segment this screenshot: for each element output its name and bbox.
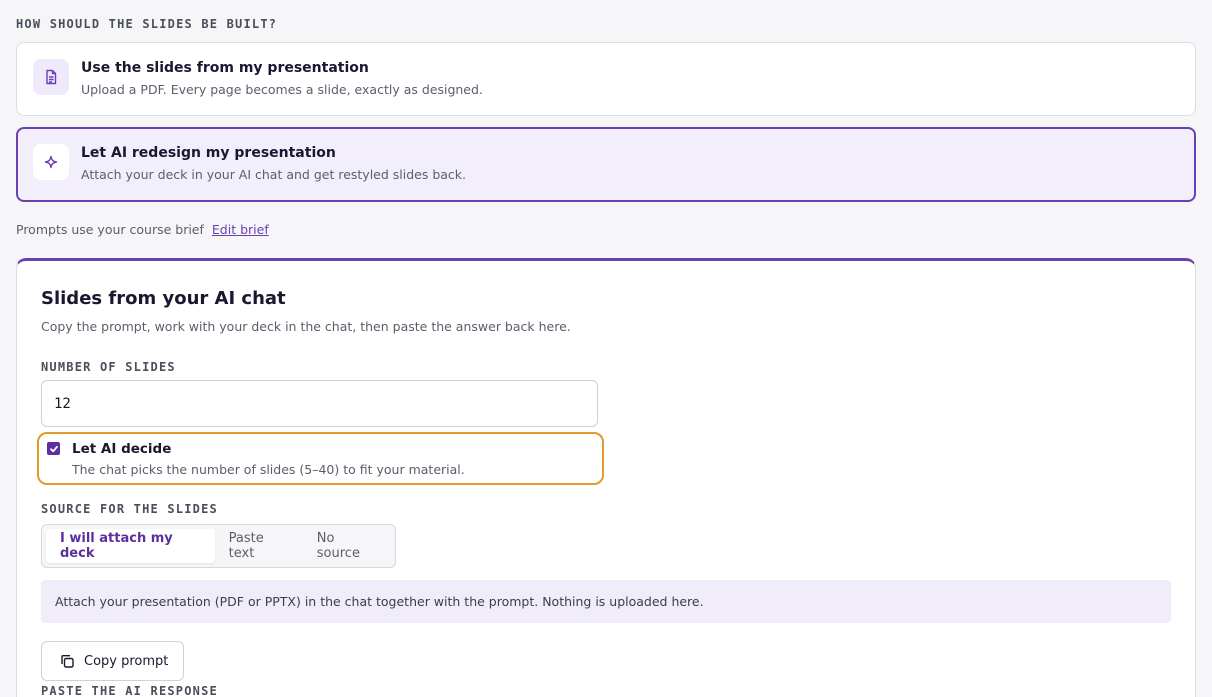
copy-prompt-button[interactable]: Copy prompt (41, 641, 184, 681)
option-title: Use the slides from my presentation (81, 60, 369, 76)
panel-subtitle: Copy the prompt, work with your deck in … (41, 319, 571, 334)
option-ai-redesign[interactable]: Let AI redesign my presentation Attach y… (16, 127, 1196, 202)
option-title: Let AI redesign my presentation (81, 145, 336, 161)
let-ai-decide-checkbox[interactable] (47, 442, 60, 455)
source-tab-paste-text[interactable]: Paste text (215, 529, 303, 563)
brief-text: Prompts use your course brief (16, 222, 204, 237)
decide-subtitle: The chat picks the number of slides (5–4… (72, 462, 465, 477)
num-slides-input[interactable] (41, 380, 598, 427)
let-ai-decide-option[interactable]: Let AI decide The chat picks the number … (37, 432, 604, 485)
source-tab-no-source[interactable]: No source (303, 529, 391, 563)
copy-prompt-label: Copy prompt (84, 653, 169, 669)
ai-chat-panel: Slides from your AI chat Copy the prompt… (16, 258, 1196, 697)
checkmark-icon (49, 445, 58, 452)
panel-title: Slides from your AI chat (41, 288, 286, 309)
paste-response-label: PASTE THE AI RESPONSE (41, 684, 218, 697)
source-selector: I will attach my deck Paste text No sour… (41, 524, 396, 568)
brief-line: Prompts use your course brief Edit brief (16, 222, 269, 237)
source-tab-attach-deck[interactable]: I will attach my deck (46, 529, 215, 563)
num-slides-label: NUMBER OF SLIDES (41, 360, 176, 374)
option-subtitle: Upload a PDF. Every page becomes a slide… (81, 82, 483, 97)
option-subtitle: Attach your deck in your AI chat and get… (81, 167, 467, 182)
sparkle-icon (33, 144, 69, 180)
source-label: SOURCE FOR THE SLIDES (41, 502, 218, 516)
decide-title: Let AI decide (72, 441, 172, 457)
option-use-slides[interactable]: Use the slides from my presentation Uplo… (16, 42, 1196, 116)
copy-icon (61, 654, 74, 668)
source-info: Attach your presentation (PDF or PPTX) i… (41, 580, 1171, 623)
document-icon (33, 59, 69, 95)
edit-brief-link[interactable]: Edit brief (212, 222, 269, 237)
build-heading: HOW SHOULD THE SLIDES BE BUILT? (16, 17, 278, 31)
